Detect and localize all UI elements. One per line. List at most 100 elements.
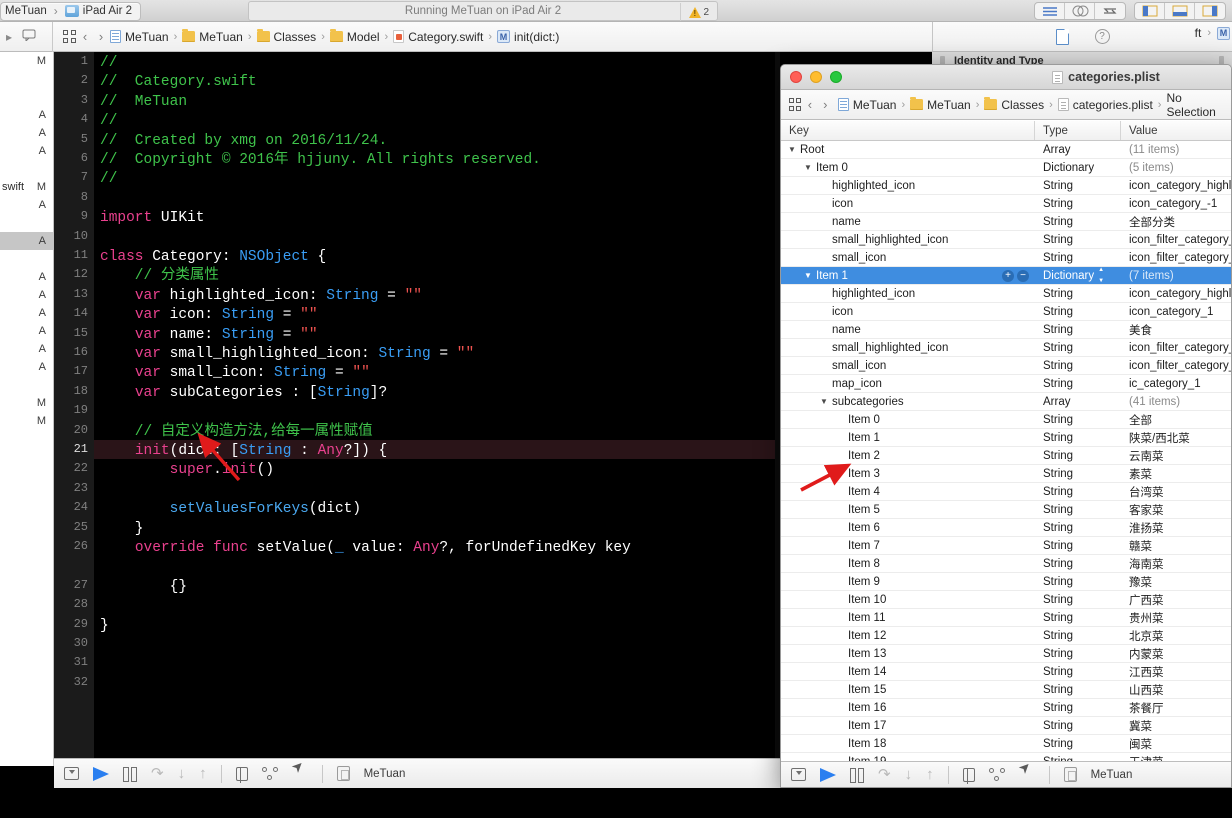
- navigator-row[interactable]: M: [0, 394, 53, 412]
- plist-jumpbar-item-group-metuan[interactable]: MeTuan: [910, 97, 971, 112]
- show-navigator-icon[interactable]: [1135, 3, 1165, 19]
- issues-badge[interactable]: 2: [680, 3, 715, 21]
- plist-value-cell[interactable]: icon_category_highligh: [1121, 180, 1231, 192]
- add-row-icon[interactable]: +: [1002, 269, 1014, 282]
- plist-key-cell[interactable]: Item 10: [781, 594, 1035, 606]
- jumpbar-item-project[interactable]: MeTuan: [110, 30, 169, 44]
- plist-row[interactable]: small_highlighted_icon String icon_filter_…: [781, 339, 1231, 357]
- navigate-forward-button[interactable]: ›: [94, 29, 108, 44]
- standard-editor-icon[interactable]: [1035, 3, 1065, 19]
- plist-type-cell[interactable]: String: [1035, 378, 1121, 390]
- plist-key-cell[interactable]: name: [781, 324, 1035, 336]
- plist-row[interactable]: name String 全部分类: [781, 213, 1231, 231]
- plist-jumpbar-item-selection[interactable]: No Selection: [1166, 91, 1231, 119]
- plist-value-cell[interactable]: 天津菜: [1121, 754, 1231, 762]
- plist-value-cell[interactable]: icon_category_1: [1121, 306, 1231, 318]
- memory-graph-icon[interactable]: [261, 767, 278, 780]
- navigator-row[interactable]: [0, 214, 53, 232]
- plist-row[interactable]: small_icon String icon_filter_category_-1: [781, 249, 1231, 267]
- plist-row[interactable]: Item 14 String 江西菜: [781, 663, 1231, 681]
- plist-type-cell[interactable]: String: [1035, 342, 1121, 354]
- plist-type-cell[interactable]: String: [1035, 450, 1121, 462]
- plist-type-cell[interactable]: String: [1035, 216, 1121, 228]
- plist-row[interactable]: Item 10 String 广西菜: [781, 591, 1231, 609]
- plist-row[interactable]: small_icon String icon_filter_category_1: [781, 357, 1231, 375]
- navigator-row[interactable]: [0, 160, 53, 178]
- simulate-location-icon[interactable]: [1019, 768, 1035, 782]
- jumpbar-item-group-classes[interactable]: Classes: [256, 29, 316, 44]
- plist-editor-window[interactable]: categories.plist ‹ › MeTuan › MeTuan › C…: [780, 64, 1232, 788]
- plist-value-cell[interactable]: 贵州菜: [1121, 610, 1231, 626]
- jumpbar-item-file-category-swift[interactable]: Category.swift: [393, 30, 483, 44]
- plist-value-cell[interactable]: icon_category_highligh: [1121, 288, 1231, 300]
- plist-row[interactable]: ▼ subcategories Array (41 items): [781, 393, 1231, 411]
- plist-row[interactable]: Item 9 String 豫菜: [781, 573, 1231, 591]
- plist-value-cell[interactable]: (11 items): [1121, 144, 1231, 156]
- plist-row[interactable]: Item 5 String 客家菜: [781, 501, 1231, 519]
- plist-key-cell[interactable]: Item 16: [781, 702, 1035, 714]
- view-toggle-segmented-control[interactable]: [1134, 2, 1226, 20]
- activity-status-view[interactable]: Running MeTuan on iPad Air 2 2: [248, 1, 718, 21]
- plist-key-cell[interactable]: small_highlighted_icon: [781, 342, 1035, 354]
- plist-key-cell[interactable]: Item 7: [781, 540, 1035, 552]
- pause-icon[interactable]: [850, 768, 864, 783]
- step-out-icon[interactable]: ↑: [926, 767, 934, 782]
- plist-type-cell[interactable]: String: [1035, 252, 1121, 264]
- plist-value-cell[interactable]: (41 items): [1121, 396, 1231, 408]
- plist-outline-table[interactable]: Key Type Value ▼ Root Array (11 items) ▼ Item…: [781, 121, 1231, 761]
- hide-debug-area-icon[interactable]: [64, 767, 79, 780]
- plist-value-cell[interactable]: ic_category_1: [1121, 378, 1231, 390]
- show-debug-area-icon[interactable]: [1165, 3, 1195, 19]
- step-into-icon[interactable]: ↓: [178, 766, 186, 781]
- plist-type-cell[interactable]: String: [1035, 360, 1121, 372]
- jumpbar-item-group-metuan[interactable]: MeTuan: [182, 29, 243, 44]
- plist-row[interactable]: Item 7 String 赣菜: [781, 537, 1231, 555]
- navigator-row[interactable]: A: [0, 232, 53, 250]
- plist-row[interactable]: ▼Item 1 +− Dictionary (7 items): [781, 267, 1231, 285]
- navigator-row[interactable]: [0, 88, 53, 106]
- file-inspector-icon[interactable]: [1055, 28, 1069, 45]
- plist-type-cell[interactable]: String: [1035, 468, 1121, 480]
- navigator-row[interactable]: A: [0, 340, 53, 358]
- jumpbar-item-group-model[interactable]: Model: [329, 29, 380, 44]
- plist-key-cell[interactable]: Item 3: [781, 468, 1035, 480]
- plist-type-cell[interactable]: String: [1035, 720, 1121, 732]
- plist-row[interactable]: Item 6 String 淮扬菜: [781, 519, 1231, 537]
- plist-type-cell[interactable]: String: [1035, 738, 1121, 750]
- plist-value-cell[interactable]: 冀菜: [1121, 718, 1231, 734]
- plist-key-cell[interactable]: Item 2: [781, 450, 1035, 462]
- plist-key-cell[interactable]: Item 13: [781, 648, 1035, 660]
- plist-row[interactable]: Item 15 String 山西菜: [781, 681, 1231, 699]
- plist-value-cell[interactable]: 云南菜: [1121, 448, 1231, 464]
- plist-type-cell[interactable]: String: [1035, 504, 1121, 516]
- plist-key-cell[interactable]: Item 12: [781, 630, 1035, 642]
- plist-row[interactable]: ▼ Item 0 Dictionary (5 items): [781, 159, 1231, 177]
- plist-type-cell[interactable]: Array: [1035, 144, 1121, 156]
- navigate-forward-button[interactable]: ›: [819, 97, 832, 112]
- pause-icon[interactable]: [123, 767, 137, 782]
- plist-key-cell[interactable]: name: [781, 216, 1035, 228]
- plist-key-cell[interactable]: map_icon: [781, 378, 1035, 390]
- plist-key-cell[interactable]: Item 11: [781, 612, 1035, 624]
- plist-value-cell[interactable]: icon_filter_category_-1: [1121, 252, 1231, 264]
- step-over-icon[interactable]: ↷: [151, 766, 164, 781]
- plist-type-cell[interactable]: Array: [1035, 396, 1121, 408]
- plist-window-titlebar[interactable]: categories.plist: [781, 65, 1231, 90]
- plist-key-cell[interactable]: Item 1: [781, 432, 1035, 444]
- navigator-row[interactable]: M: [0, 52, 53, 70]
- plist-key-cell[interactable]: ▼ Root: [781, 144, 1035, 156]
- column-header-type[interactable]: Type: [1035, 121, 1121, 140]
- plist-value-cell[interactable]: 淮扬菜: [1121, 520, 1231, 536]
- plist-key-cell[interactable]: Item 9: [781, 576, 1035, 588]
- plist-type-cell[interactable]: String: [1035, 630, 1121, 642]
- navigate-back-button[interactable]: ‹: [803, 97, 816, 112]
- hide-debug-area-icon[interactable]: [791, 768, 806, 781]
- plist-key-cell[interactable]: highlighted_icon: [781, 288, 1035, 300]
- plist-type-cell[interactable]: String: [1035, 198, 1121, 210]
- version-editor-icon[interactable]: [1095, 3, 1125, 19]
- plist-key-cell[interactable]: Item 5: [781, 504, 1035, 516]
- plist-key-cell[interactable]: ▼ Item 1 + −: [781, 269, 1035, 282]
- plist-value-cell[interactable]: 豫菜: [1121, 574, 1231, 590]
- plist-jumpbar-item-file[interactable]: categories.plist: [1057, 98, 1153, 112]
- plist-value-cell[interactable]: 陕菜/西北菜: [1121, 430, 1231, 446]
